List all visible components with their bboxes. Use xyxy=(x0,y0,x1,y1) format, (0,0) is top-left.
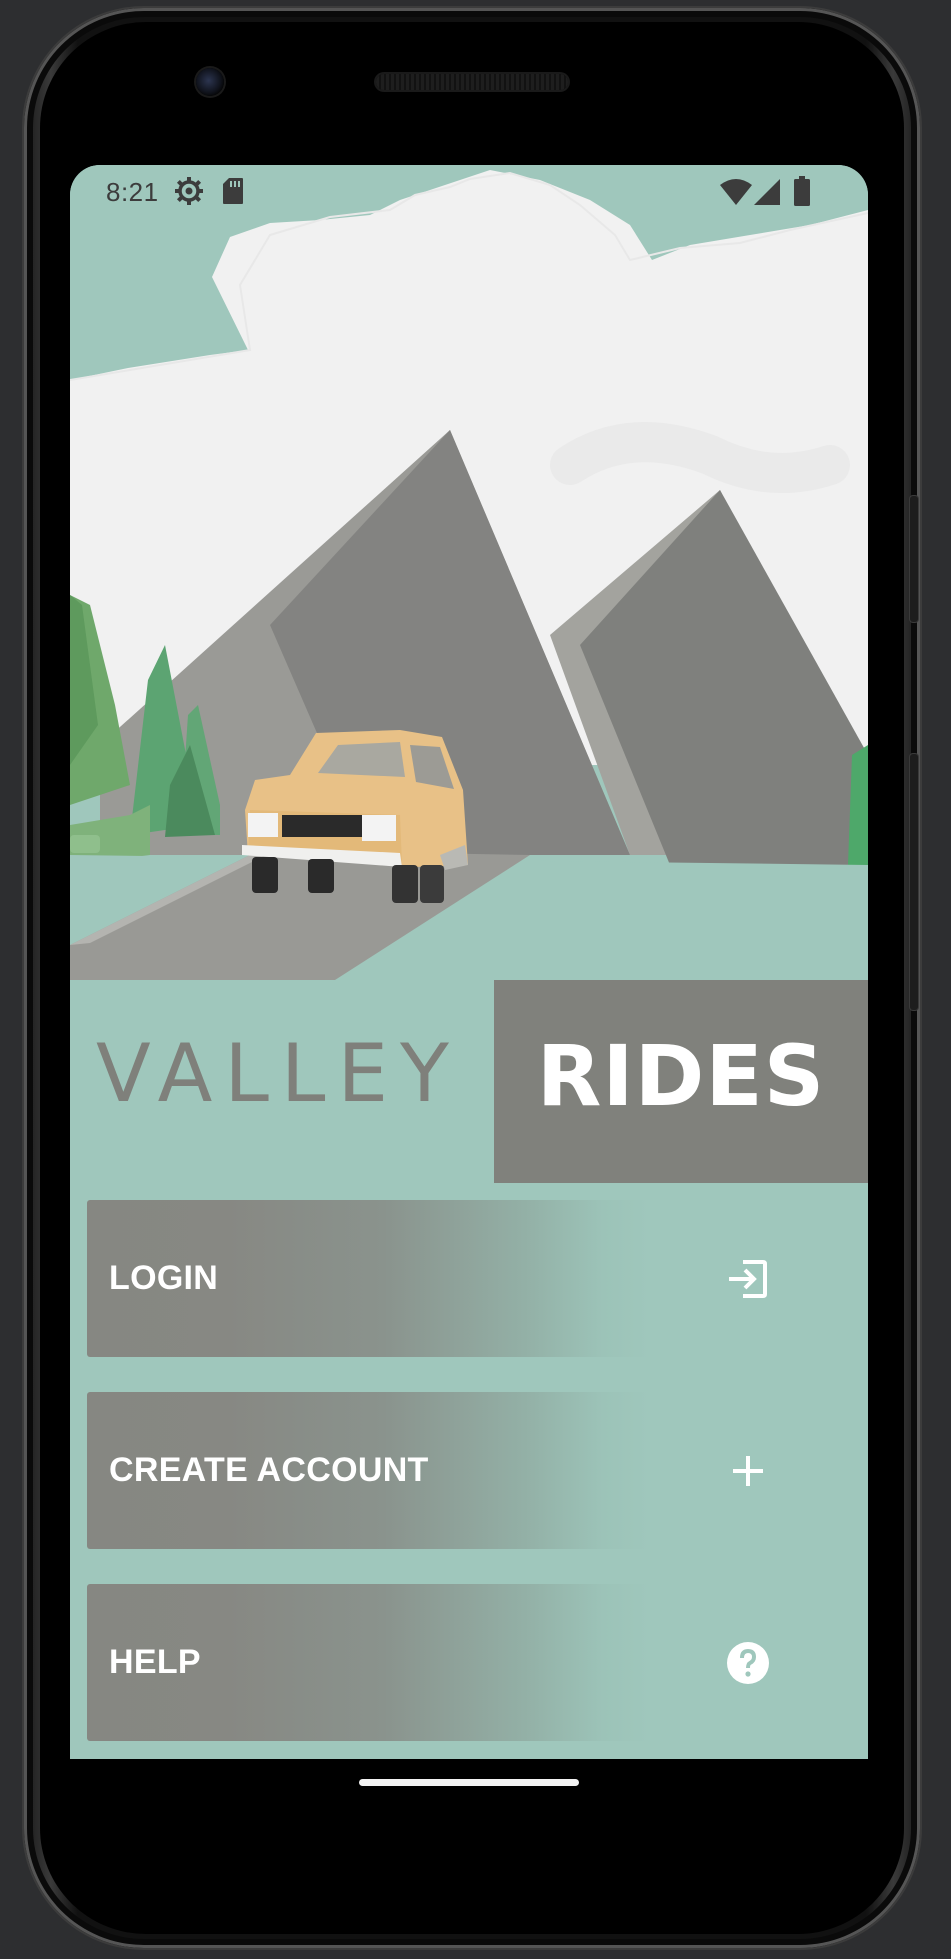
status-bar: 8:21 xyxy=(70,165,868,217)
front-camera xyxy=(196,68,224,96)
cell-signal-icon xyxy=(754,179,780,205)
help-button[interactable]: HELP xyxy=(87,1584,868,1741)
hero-illustration xyxy=(70,165,868,980)
volume-button xyxy=(910,754,918,1010)
gear-icon xyxy=(175,177,203,205)
status-time: 8:21 xyxy=(106,177,159,207)
login-button-label: LOGIN xyxy=(109,1259,219,1297)
earpiece-speaker xyxy=(376,74,568,90)
battery-icon xyxy=(794,176,810,206)
app-title: VALLEY RIDES xyxy=(70,980,868,1183)
help-icon xyxy=(727,1642,769,1684)
title-rides-box: RIDES xyxy=(494,980,868,1183)
home-gesture-handle[interactable] xyxy=(359,1779,579,1786)
power-button xyxy=(910,496,918,622)
login-icon xyxy=(729,1260,767,1298)
create-account-button[interactable]: CREATE ACCOUNT xyxy=(87,1392,868,1549)
help-button-label: HELP xyxy=(109,1643,201,1681)
create-account-button-label: CREATE ACCOUNT xyxy=(109,1451,429,1489)
title-valley: VALLEY xyxy=(96,1027,461,1120)
plus-icon xyxy=(733,1456,763,1486)
wifi-icon xyxy=(720,179,752,205)
app-screen: 8:21 VALLEY RIDES LOGIN CREATE ACCOUNT H… xyxy=(70,165,868,1759)
login-button[interactable]: LOGIN xyxy=(87,1200,868,1357)
sd-card-icon xyxy=(223,178,243,204)
title-rides: RIDES xyxy=(536,1027,826,1125)
